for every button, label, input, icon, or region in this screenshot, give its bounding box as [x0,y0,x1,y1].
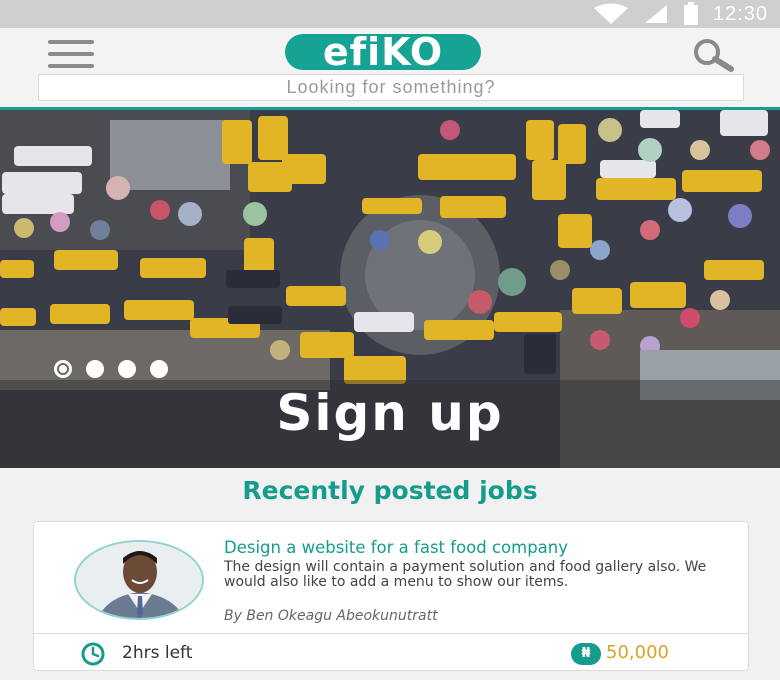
carousel-dot-4[interactable] [150,360,168,378]
logo-text: efiKO [322,30,444,74]
battery-icon [683,2,698,25]
wifi-icon [593,3,628,24]
job-description: The design will contain a payment soluti… [224,559,707,590]
app-header: efiKO [0,28,780,108]
search-icon[interactable] [690,38,736,72]
status-bar: 12:30 [0,0,780,28]
hero-banner[interactable]: Sign up [0,110,780,468]
signup-button[interactable]: Sign up [0,384,780,442]
section-title: Recently posted jobs [242,476,538,505]
carousel-dot-3[interactable] [118,360,136,378]
time-left: 2hrs left [122,643,193,663]
carousel-dot-2[interactable] [86,360,104,378]
job-card[interactable]: Design a website for a fast food company… [33,521,749,671]
naira-icon: ₦ [571,643,601,665]
carousel-indicators [54,360,168,378]
signal-icon [644,5,667,23]
app-screen: 12:30 efiKO Looking for something? Sign … [0,0,780,680]
carousel-dot-1[interactable] [54,360,72,378]
job-author: By Ben Okeagu Abeokunutratt [224,608,438,624]
card-divider [34,633,748,634]
job-title[interactable]: Design a website for a fast food company [224,538,568,557]
avatar [74,540,204,620]
clock-icon [81,642,105,666]
job-price: 50,000 [606,642,669,663]
menu-icon[interactable] [48,40,94,68]
status-time: 12:30 [712,2,768,25]
search-input[interactable] [38,74,744,101]
logo: efiKO [285,32,481,72]
